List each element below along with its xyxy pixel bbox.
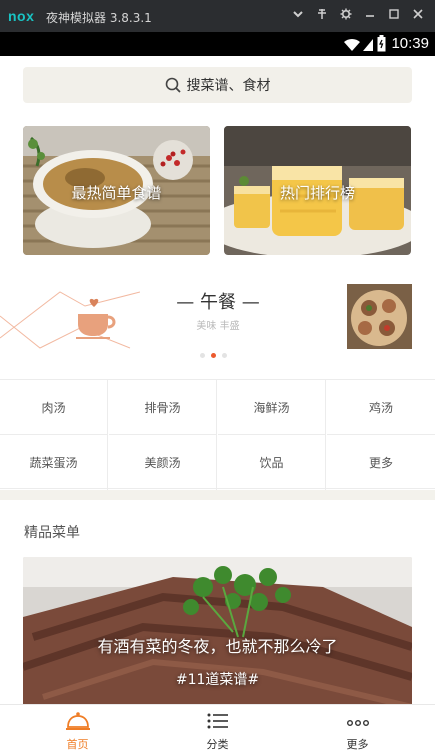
category-item-more[interactable]: 更多 <box>327 435 435 490</box>
emulator-titlebar: nox 夜神模拟器 3.8.3.1 <box>0 0 435 32</box>
category-label: 美颜汤 <box>144 456 181 470</box>
maximize-icon[interactable] <box>384 6 404 26</box>
banner-title: 有酒有菜的冬夜，也就不那么冷了 <box>97 637 338 656</box>
window-title: 夜神模拟器 3.8.3.1 <box>46 11 152 25</box>
tab-label: 更多 <box>346 738 369 751</box>
section-divider <box>0 490 435 500</box>
carousel-dot <box>200 353 205 358</box>
signal-icon <box>362 37 374 56</box>
battery-icon <box>377 35 386 56</box>
cloche-icon <box>66 712 90 730</box>
category-label: 鸡汤 <box>368 400 393 415</box>
minimize-icon[interactable] <box>360 6 380 26</box>
card-simple-recipes[interactable]: 最热简单食谱 <box>23 126 210 255</box>
category-label: 饮品 <box>259 456 284 470</box>
banner-subtitle: #11道菜谱# <box>175 672 260 688</box>
category-label: 排骨汤 <box>144 400 181 415</box>
meal-carousel[interactable]: — 午餐 — 美味 丰盛 <box>0 276 435 366</box>
featured-banner[interactable]: 有酒有菜的冬夜，也就不那么冷了 #11道菜谱# <box>23 557 412 712</box>
app-screen: 搜菜谱、食材 最热简单食谱 热门排行榜 — 午餐 — 美味 丰盛 肉汤 排骨汤 … <box>0 56 435 754</box>
search-bar[interactable]: 搜菜谱、食材 <box>23 67 412 103</box>
status-bar: 10:39 <box>0 32 435 56</box>
chevron-down-icon[interactable] <box>288 6 308 26</box>
carousel-dot-active <box>211 353 216 358</box>
tab-category[interactable]: 分类 <box>145 705 290 754</box>
category-label: 更多 <box>368 456 393 470</box>
category-label: 海鲜汤 <box>253 400 290 415</box>
carousel-dot <box>222 353 227 358</box>
carousel-indicator <box>200 353 227 358</box>
section-title: 精品菜单 <box>24 525 80 541</box>
bottom-tab-bar: 首页 分类 更多 <box>0 704 435 754</box>
wifi-icon <box>343 37 361 56</box>
category-item[interactable]: 肉汤 <box>0 380 108 435</box>
tea-cup-icon <box>72 298 122 344</box>
search-placeholder: 搜菜谱、食材 <box>186 78 271 94</box>
tab-label: 分类 <box>206 738 229 751</box>
gear-icon[interactable] <box>336 6 356 26</box>
category-item[interactable]: 蔬菜蛋汤 <box>0 435 108 490</box>
tab-home[interactable]: 首页 <box>5 705 150 754</box>
tab-label: 首页 <box>66 738 89 751</box>
close-icon[interactable] <box>408 6 428 26</box>
tab-more[interactable]: 更多 <box>285 705 430 754</box>
more-dots-icon <box>347 719 370 726</box>
status-time: 10:39 <box>391 35 429 52</box>
meal-subtitle: 美味 丰盛 <box>196 321 240 332</box>
list-icon <box>207 713 228 729</box>
category-item[interactable]: 海鲜汤 <box>218 380 326 435</box>
category-label: 肉汤 <box>41 400 66 415</box>
category-item[interactable]: 排骨汤 <box>109 380 217 435</box>
card-label: 最热简单食谱 <box>71 184 162 202</box>
category-label: 蔬菜蛋汤 <box>29 456 78 470</box>
meal-title: — 午餐 — <box>176 292 260 313</box>
nox-logo: nox <box>8 8 35 24</box>
card-label: 热门排行榜 <box>279 184 355 202</box>
search-icon <box>165 77 181 93</box>
card-hot-ranking[interactable]: 热门排行榜 <box>224 126 411 255</box>
meal-thumbnail <box>347 284 412 353</box>
category-item[interactable]: 饮品 <box>218 435 326 490</box>
category-item[interactable]: 鸡汤 <box>327 380 435 435</box>
category-item[interactable]: 美颜汤 <box>109 435 217 490</box>
category-grid: 肉汤 排骨汤 海鲜汤 鸡汤 蔬菜蛋汤 美颜汤 饮品 更多 <box>0 379 435 490</box>
pin-icon[interactable] <box>312 6 332 26</box>
